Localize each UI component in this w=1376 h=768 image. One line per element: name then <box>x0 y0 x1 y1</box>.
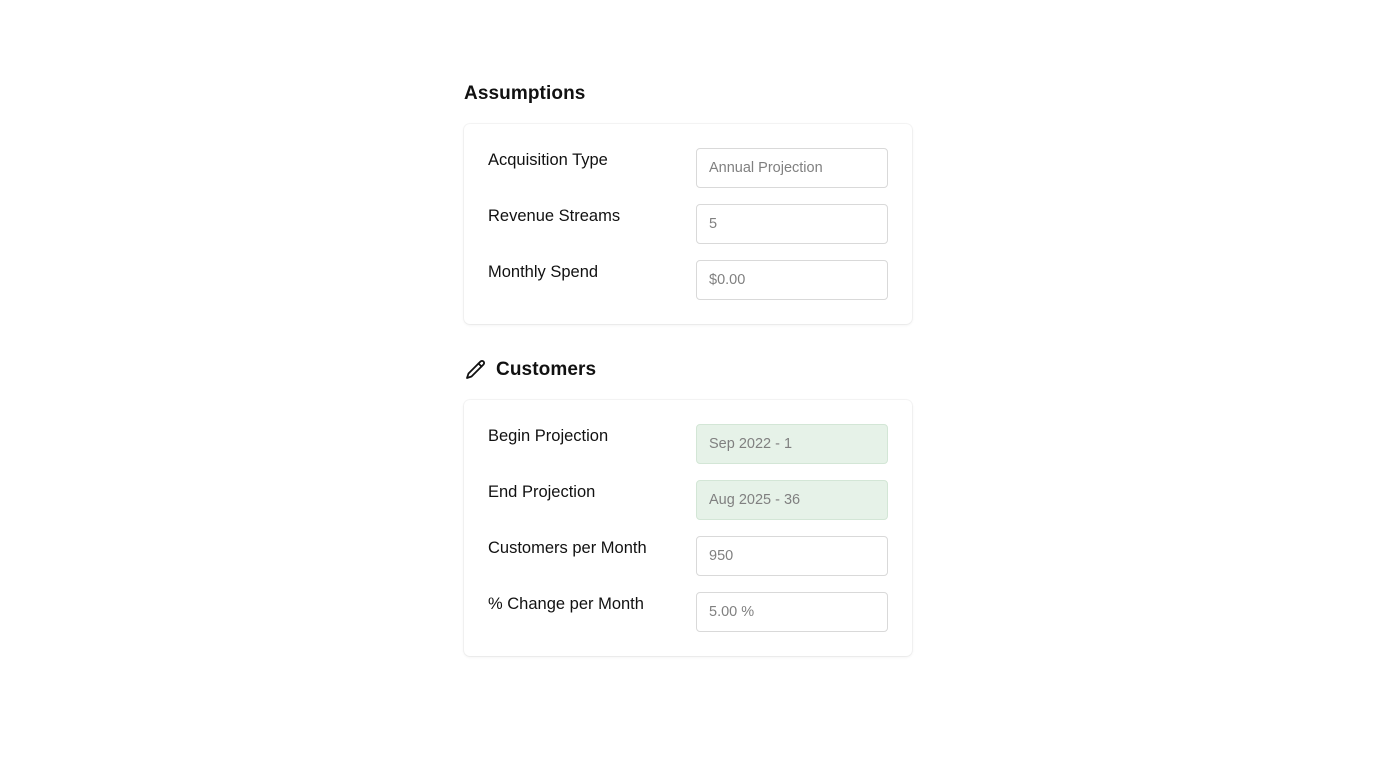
end-projection-label: End Projection <box>488 483 596 501</box>
change-per-month-label: % Change per Month <box>488 595 644 613</box>
customers-row-end-projection: End Projection Aug 2025 - 36 <box>488 480 888 520</box>
assumptions-row-acquisition-type: Acquisition Type Annual Projection <box>488 148 888 188</box>
monthly-spend-label: Monthly Spend <box>488 263 599 281</box>
customers-row-change-per-month: % Change per Month 5.00 % <box>488 592 888 632</box>
acquisition-type-label: Acquisition Type <box>488 151 608 169</box>
assumptions-title: Assumptions <box>464 83 586 104</box>
change-per-month-field[interactable]: 5.00 % <box>696 592 888 632</box>
assumptions-header: Assumptions <box>464 80 585 108</box>
begin-projection-field[interactable]: Sep 2022 - 1 <box>696 424 888 464</box>
customers-per-month-label: Customers per Month <box>488 539 647 557</box>
pencil-icon[interactable] <box>464 358 488 382</box>
assumptions-row-monthly-spend: Monthly Spend $0.00 <box>488 260 888 300</box>
customers-row-customers-per-month: Customers per Month 950 <box>488 536 888 576</box>
end-projection-field[interactable]: Aug 2025 - 36 <box>696 480 888 520</box>
customers-header: Customers <box>464 356 596 384</box>
acquisition-type-field[interactable]: Annual Projection <box>696 148 888 188</box>
customers-per-month-field[interactable]: 950 <box>696 536 888 576</box>
revenue-streams-field[interactable]: 5 <box>696 204 888 244</box>
customers-title: Customers <box>496 359 597 380</box>
monthly-spend-field[interactable]: $0.00 <box>696 260 888 300</box>
assumptions-row-revenue-streams: Revenue Streams 5 <box>488 204 888 244</box>
begin-projection-label: Begin Projection <box>488 427 609 445</box>
customers-card: Begin Projection Sep 2022 - 1 End Projec… <box>464 400 912 656</box>
revenue-streams-label: Revenue Streams <box>488 207 621 225</box>
assumptions-card: Acquisition Type Annual Projection Reven… <box>464 124 912 324</box>
customers-row-begin-projection: Begin Projection Sep 2022 - 1 <box>488 424 888 464</box>
